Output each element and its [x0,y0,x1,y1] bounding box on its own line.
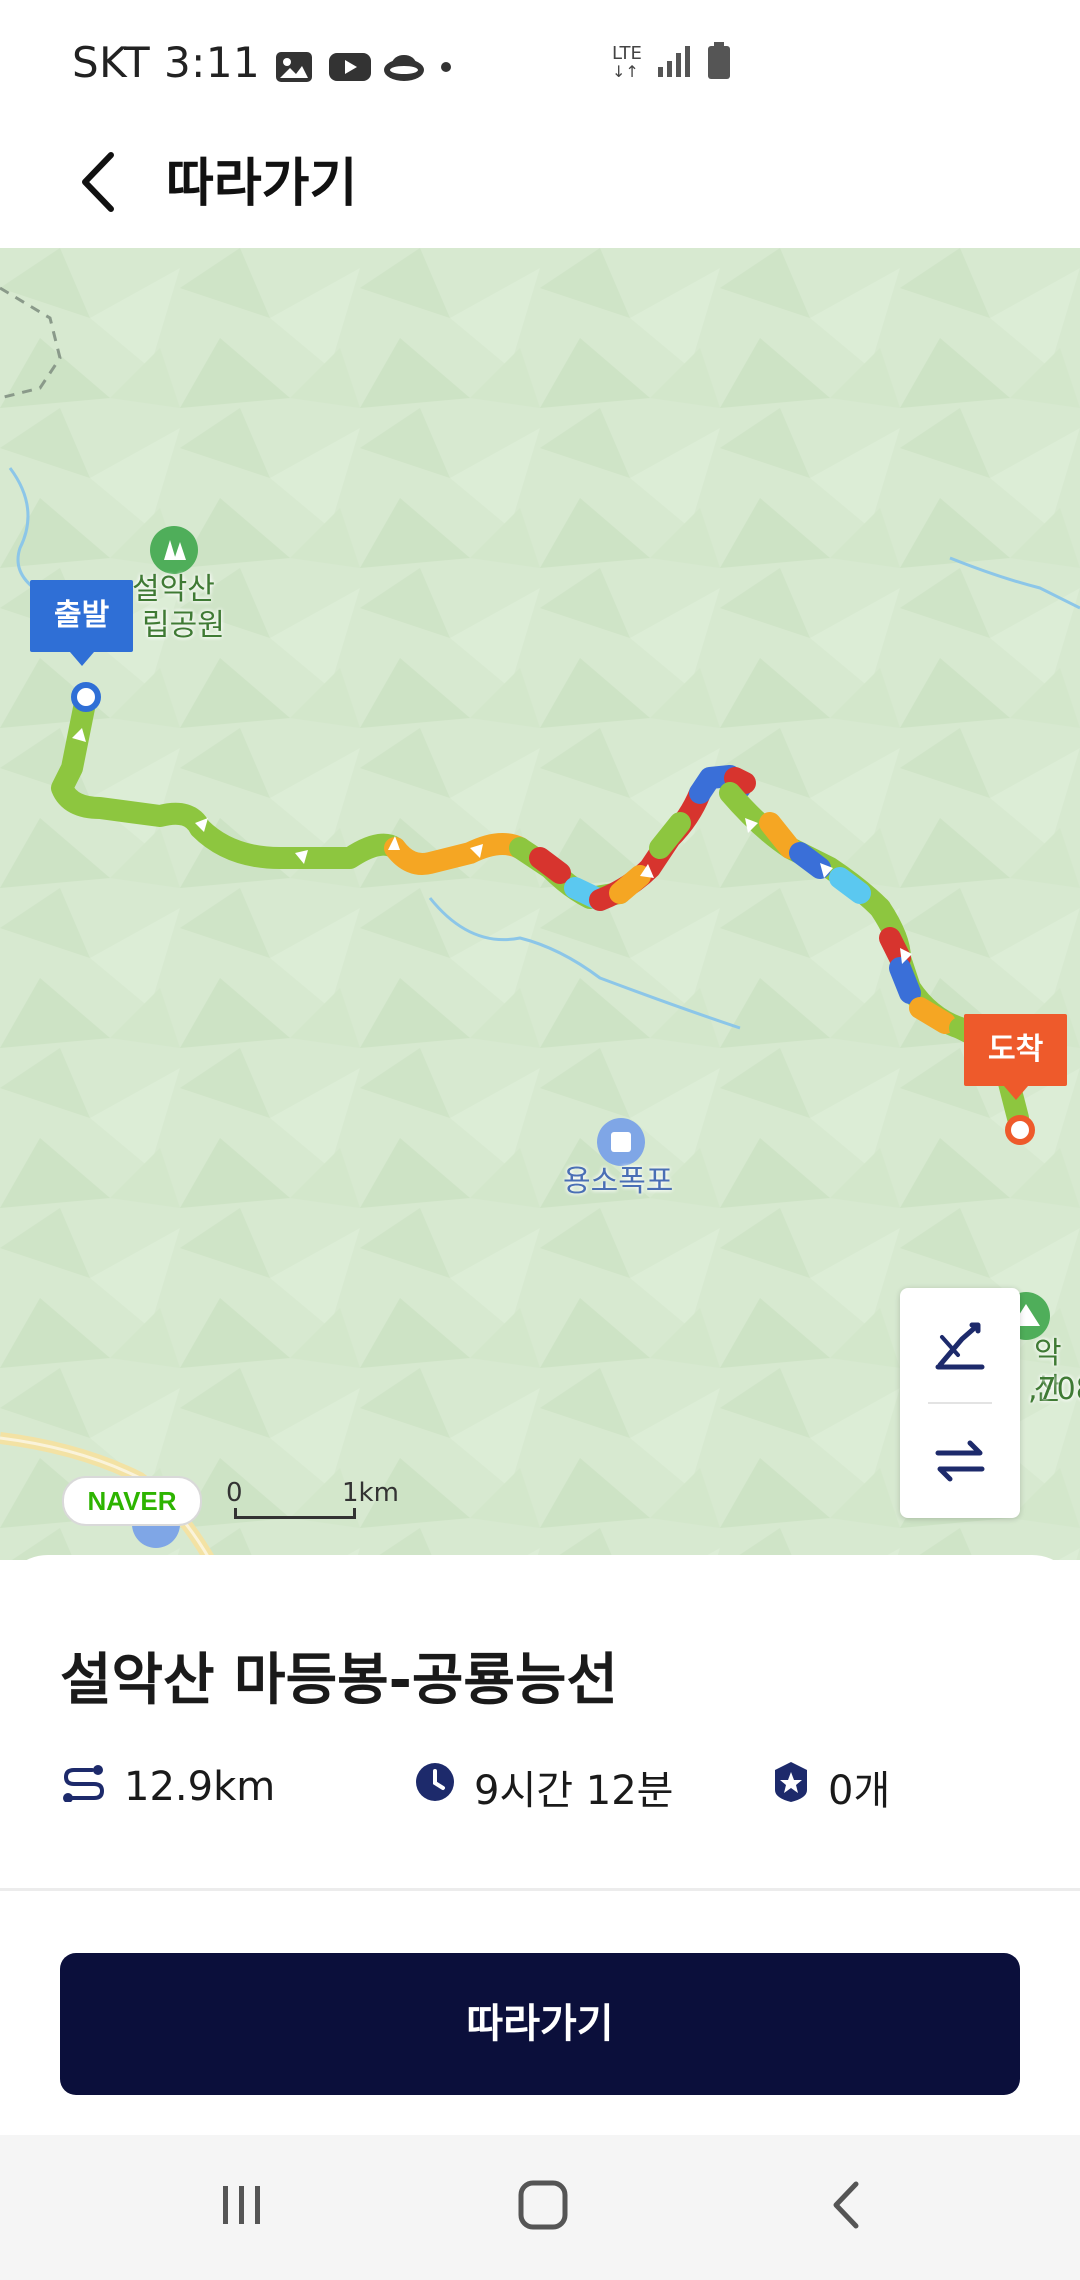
distance-value: 12.9km [124,1764,276,1810]
network-type: LTE ↓↑ [612,43,642,81]
follow-button[interactable]: 따라가기 [60,1953,1020,2095]
home-icon [516,2178,570,2236]
end-marker[interactable]: 도착 [964,1014,1068,1100]
naver-logo: NAVER [62,1476,202,1526]
clock-icon [414,1761,456,1813]
route-title: 설악산 마등봉-공룡능선 [60,1648,618,1713]
distance-stat: 12.9km [62,1755,275,1819]
badge-stat: 0개 [772,1755,890,1819]
recent-apps-icon [217,2180,267,2234]
duration-stat: 9시간 12분 [414,1755,673,1819]
route-sheet: 설악산 마등봉-공룡능선 12.9km 9시간 12분 0개 따라가기 [0,1555,1080,2135]
app-bar: 따라가기 [0,120,1080,248]
badge-count: 0개 [828,1768,891,1814]
scale-bar: 0 1km [226,1478,399,1528]
park-label-top: 설악산 [132,572,215,607]
gallery-icon [274,45,314,82]
status-bar: SKT 3:11 LTE ↓↑ [0,0,1080,120]
back-icon [826,2178,866,2236]
route-distance-icon [62,1762,106,1812]
nav-back-button[interactable] [786,2167,906,2247]
carrier-time: SKT 3:11 [72,37,261,87]
status-right: LTE ↓↑ [612,38,732,88]
start-marker-label: 출발 [54,598,110,633]
reverse-route-button[interactable] [900,1406,1020,1516]
map-view[interactable]: 설악산 립공원 용소폭포 악산 ,708 출발 도착 N [0,248,1080,1560]
battery-icon [706,41,732,86]
status-left: SKT 3:11 [72,34,456,90]
dot-icon [436,45,456,79]
page-title: 따라가기 [166,154,358,214]
elevation-icon [932,1319,988,1375]
scale-start: 0 [226,1478,243,1508]
elevation-button[interactable] [900,1292,1020,1402]
badge-icon [772,1760,810,1814]
scale-line [234,1508,356,1519]
peak-height-label: ,708 [1028,1372,1080,1407]
park-label-bottom: 립공원 [142,608,225,643]
start-marker[interactable]: 출발 [30,580,134,666]
scale-end: 1km [342,1478,399,1508]
cloud-icon [382,45,425,81]
reverse-route-icon [932,1433,988,1489]
back-button[interactable] [56,142,140,226]
youtube-icon [328,45,372,81]
map-controls [900,1288,1020,1518]
duration-value: 9시간 12분 [474,1768,674,1814]
sheet-divider [0,1888,1080,1891]
signal-icon [656,43,692,84]
end-marker-label: 도착 [988,1032,1044,1067]
home-button[interactable] [483,2167,603,2247]
chevron-left-icon [73,147,123,221]
waterfall-label: 용소폭포 [563,1164,674,1199]
system-nav-bar [0,2135,1080,2280]
recent-apps-button[interactable] [182,2167,302,2247]
control-divider [928,1402,992,1404]
